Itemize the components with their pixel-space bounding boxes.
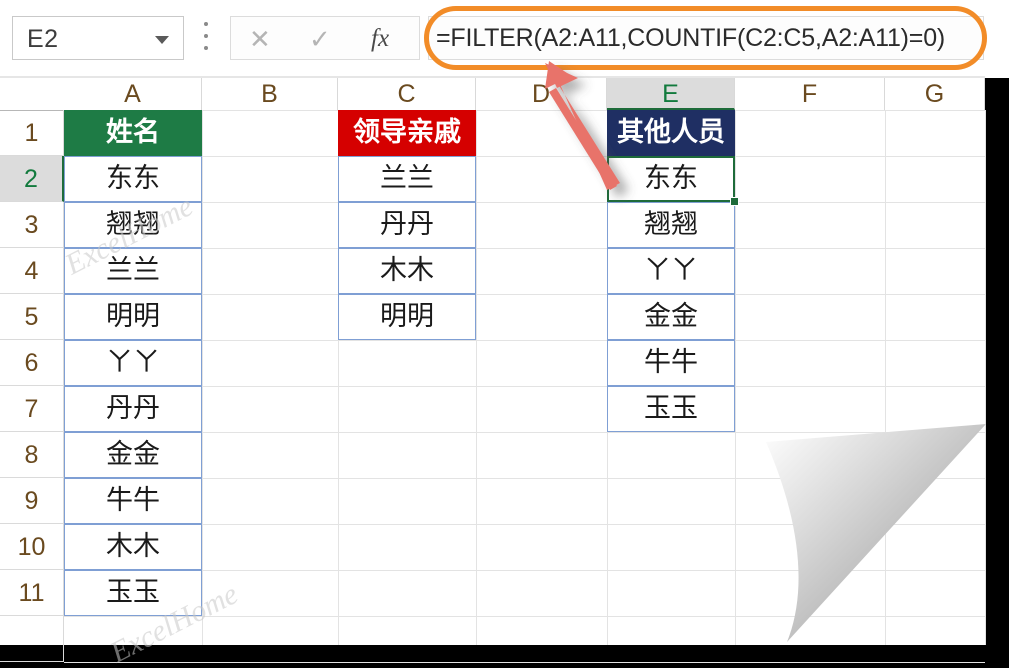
- vertical-dots-icon[interactable]: [204, 22, 209, 54]
- spreadsheet-grid: ABCDEFG 1 2 3 4 5 6 7 8 9 10 11 姓名 领导亲戚 其他人员 东东 翘翘 兰兰 明明…: [0, 78, 986, 663]
- cell-A7[interactable]: 丹丹: [64, 386, 202, 432]
- cell-A3[interactable]: 翘翘: [64, 202, 202, 248]
- cell-text: 翘翘: [106, 209, 160, 240]
- row-header-2[interactable]: 2: [0, 156, 64, 202]
- row-header-6[interactable]: 6: [0, 340, 64, 386]
- row-header-8[interactable]: 8: [0, 432, 64, 478]
- gridline-horizontal: [64, 570, 985, 571]
- column-header-a[interactable]: A: [64, 78, 202, 110]
- cell-text: 其他人员: [617, 117, 725, 148]
- chevron-down-icon[interactable]: [155, 36, 169, 44]
- gridline-horizontal: [64, 110, 985, 111]
- cell-text: 丹丹: [380, 209, 434, 240]
- cell-A4[interactable]: 兰兰: [64, 248, 202, 294]
- cell-C5[interactable]: 明明: [338, 294, 476, 340]
- cell-A11[interactable]: 玉玉: [64, 570, 202, 616]
- name-box[interactable]: E2: [12, 16, 184, 60]
- fill-handle[interactable]: [730, 197, 739, 206]
- cell-C1[interactable]: 领导亲戚: [338, 110, 476, 156]
- row-header-3[interactable]: 3: [0, 202, 64, 248]
- cell-E4[interactable]: ㄚㄚ: [607, 248, 735, 294]
- cell-text: 翘翘: [644, 209, 698, 240]
- insert-function-icon[interactable]: fx: [371, 24, 389, 54]
- gridline-horizontal: [64, 386, 985, 387]
- gridline-vertical: [476, 110, 477, 645]
- cell-E5[interactable]: 金金: [607, 294, 735, 340]
- column-header-f[interactable]: F: [735, 78, 885, 110]
- cell-A8[interactable]: 金金: [64, 432, 202, 478]
- gridline-horizontal: [64, 248, 985, 249]
- column-header-b[interactable]: B: [202, 78, 338, 110]
- cell-E6[interactable]: 牛牛: [607, 340, 735, 386]
- formula-highlight-oval: [424, 6, 987, 70]
- gridline-horizontal: [64, 478, 985, 479]
- gridline-vertical: [735, 110, 736, 645]
- row-header-12[interactable]: [0, 616, 64, 662]
- confirm-icon[interactable]: ✓: [309, 24, 331, 54]
- row-header-5[interactable]: 5: [0, 294, 64, 340]
- column-headers: ABCDEFG: [0, 78, 985, 111]
- cell-text: 玉玉: [106, 577, 160, 608]
- gridline-horizontal: [64, 524, 985, 525]
- cell-text: 牛牛: [106, 485, 160, 516]
- cell-text: 姓名: [106, 117, 160, 148]
- gridline-horizontal: [64, 340, 985, 341]
- cell-text: 金金: [106, 439, 160, 470]
- cell-A10[interactable]: 木木: [64, 524, 202, 570]
- cell-E1[interactable]: 其他人员: [607, 110, 735, 156]
- column-header-d[interactable]: D: [476, 78, 607, 110]
- cell-text: ㄚㄚ: [106, 347, 160, 378]
- gridline-horizontal: [64, 432, 985, 433]
- gridline-horizontal: [64, 662, 985, 663]
- cell-A2[interactable]: 东东: [64, 156, 202, 202]
- cell-text: 兰兰: [106, 255, 160, 286]
- cell-E3[interactable]: 翘翘: [607, 202, 735, 248]
- cell-A1[interactable]: 姓名: [64, 110, 202, 156]
- cell-text: 牛牛: [644, 347, 698, 378]
- cancel-icon[interactable]: ✕: [249, 24, 271, 54]
- row-header-10[interactable]: 10: [0, 524, 64, 570]
- row-header-9[interactable]: 9: [0, 478, 64, 524]
- cell-text: 明明: [106, 301, 160, 332]
- formula-action-buttons: ✕ ✓ fx: [230, 16, 420, 60]
- gridline-horizontal: [64, 202, 985, 203]
- cell-A9[interactable]: 牛牛: [64, 478, 202, 524]
- cell-A5[interactable]: 明明: [64, 294, 202, 340]
- cell-text: ㄚㄚ: [644, 255, 698, 286]
- cell-text: 玉玉: [644, 393, 698, 424]
- cell-C4[interactable]: 木木: [338, 248, 476, 294]
- gridline-vertical: [202, 110, 203, 645]
- cell-E7[interactable]: 玉玉: [607, 386, 735, 432]
- cell-text: 兰兰: [380, 163, 434, 194]
- cell-area: 姓名 领导亲戚 其他人员 东东 翘翘 兰兰 明明 ㄚㄚ 丹丹 金金 牛牛 木木 玉玉 兰兰 丹丹 木木 明明 东东…: [64, 110, 986, 663]
- cell-C2[interactable]: 兰兰: [338, 156, 476, 202]
- row-header-11[interactable]: 11: [0, 570, 64, 616]
- active-cell-selection[interactable]: [607, 156, 735, 202]
- cell-text: 明明: [380, 301, 434, 332]
- gridline-horizontal: [64, 294, 985, 295]
- column-header-c[interactable]: C: [338, 78, 476, 110]
- row-header-4[interactable]: 4: [0, 248, 64, 294]
- column-header-e[interactable]: E: [607, 78, 735, 110]
- formula-toolbar: E2 ✕ ✓ fx =FILTER(A2:A11,COUNTIF(C2:C5,A…: [0, 0, 1009, 78]
- cell-text: 木木: [106, 531, 160, 562]
- cell-text: 金金: [644, 301, 698, 332]
- name-box-value: E2: [27, 25, 59, 53]
- cell-C3[interactable]: 丹丹: [338, 202, 476, 248]
- row-header-1[interactable]: 1: [0, 110, 64, 156]
- gridline-vertical: [985, 110, 986, 645]
- column-header-g[interactable]: G: [885, 78, 985, 110]
- cell-text: 丹丹: [106, 393, 160, 424]
- cell-text: 东东: [106, 163, 160, 194]
- cell-text: 领导亲戚: [353, 117, 461, 148]
- row-headers: 1 2 3 4 5 6 7 8 9 10 11: [0, 110, 64, 662]
- cell-text: 木木: [380, 255, 434, 286]
- excel-screenshot: E2 ✕ ✓ fx =FILTER(A2:A11,COUNTIF(C2:C5,A…: [0, 0, 1009, 668]
- gridline-vertical: [885, 110, 886, 645]
- row-header-7[interactable]: 7: [0, 386, 64, 432]
- cell-A6[interactable]: ㄚㄚ: [64, 340, 202, 386]
- gridline-horizontal: [64, 156, 985, 157]
- gridline-horizontal: [64, 616, 985, 617]
